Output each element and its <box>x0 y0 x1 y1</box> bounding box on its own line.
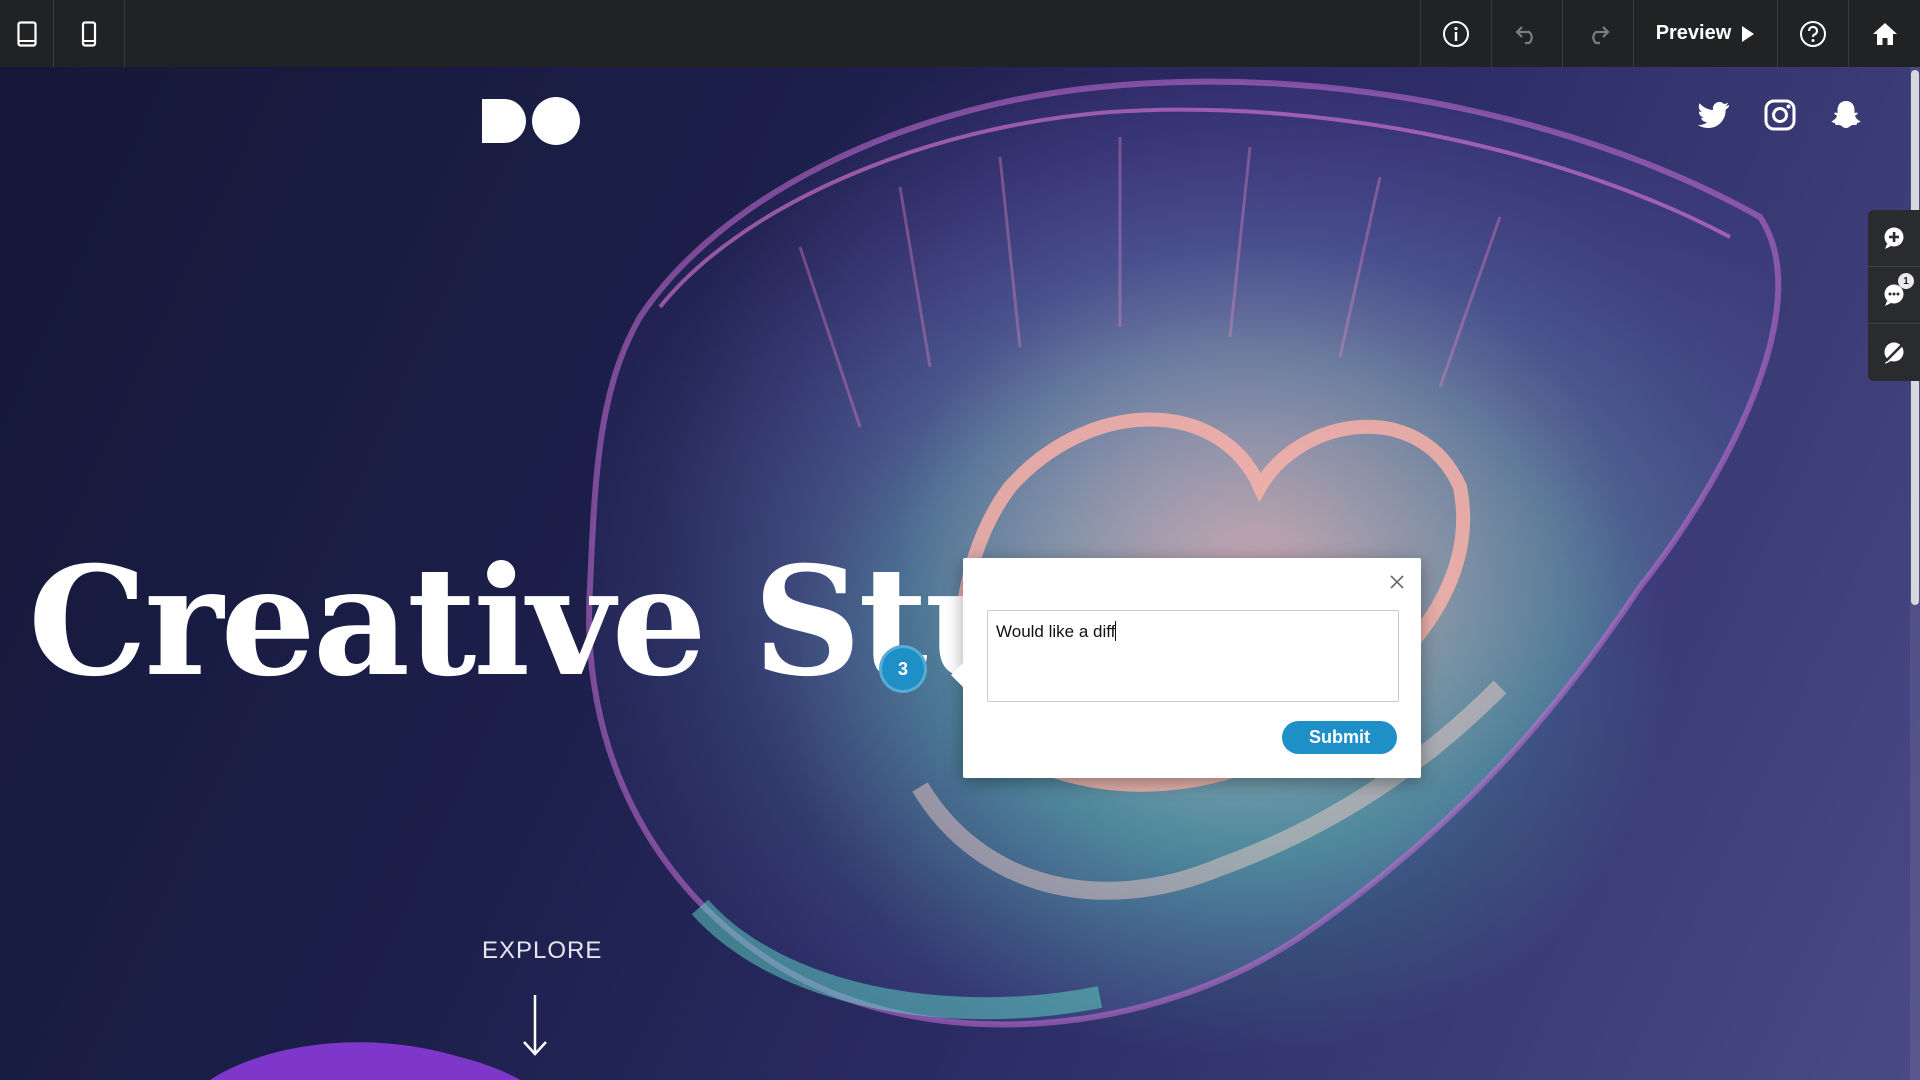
hero-title: Creative Studio <box>28 547 978 697</box>
mobile-view-button[interactable] <box>54 0 125 67</box>
redo-button[interactable] <box>1563 0 1634 67</box>
comment-side-panel: 1 <box>1868 210 1920 381</box>
snapchat-link[interactable] <box>1828 97 1864 133</box>
info-icon <box>1443 20 1469 47</box>
brand-logo[interactable] <box>482 97 582 145</box>
preview-button[interactable]: Preview <box>1634 0 1778 67</box>
undo-icon <box>1515 25 1533 44</box>
editor-toolbar: Preview <box>0 0 1920 67</box>
twitter-icon <box>1698 102 1729 128</box>
home-icon <box>1872 22 1897 45</box>
close-icon <box>1390 575 1404 589</box>
text-caret <box>1115 621 1117 641</box>
snapchat-icon <box>1831 101 1861 128</box>
redo-icon <box>1592 25 1610 44</box>
toolbar-spacer <box>125 0 1421 67</box>
comment-popup: Would like a diff Submit <box>951 558 1421 778</box>
tablet-icon <box>16 20 37 47</box>
add-comment-icon <box>1884 227 1904 249</box>
info-button[interactable] <box>1421 0 1492 67</box>
mobile-icon <box>81 20 97 47</box>
comment-input-value: Would like a diff <box>996 622 1116 641</box>
help-button[interactable] <box>1778 0 1849 67</box>
comments-tab[interactable]: 1 <box>1868 267 1920 324</box>
comments-count-badge: 1 <box>1898 273 1914 289</box>
hero-section: Creative Studio EXPLORE 1 <box>0 67 1920 1080</box>
instagram-link[interactable] <box>1762 97 1798 133</box>
hide-comments-icon <box>1884 342 1904 364</box>
submit-button[interactable]: Submit <box>1282 721 1397 754</box>
comment-input[interactable]: Would like a diff <box>987 610 1399 702</box>
home-button[interactable] <box>1849 0 1920 67</box>
instagram-icon <box>1764 99 1796 131</box>
tablet-view-button[interactable] <box>0 0 54 67</box>
preview-label: Preview <box>1655 22 1732 44</box>
help-icon <box>1800 20 1826 47</box>
arrow-down-icon[interactable] <box>522 995 548 1057</box>
twitter-link[interactable] <box>1696 97 1732 133</box>
undo-button[interactable] <box>1492 0 1563 67</box>
explore-label[interactable]: EXPLORE <box>482 937 602 965</box>
add-comment-tab[interactable] <box>1868 210 1920 267</box>
play-icon <box>1742 25 1755 42</box>
comment-pin[interactable]: 3 <box>879 645 927 693</box>
close-button[interactable] <box>1387 572 1407 592</box>
hide-comments-tab[interactable] <box>1868 324 1920 381</box>
